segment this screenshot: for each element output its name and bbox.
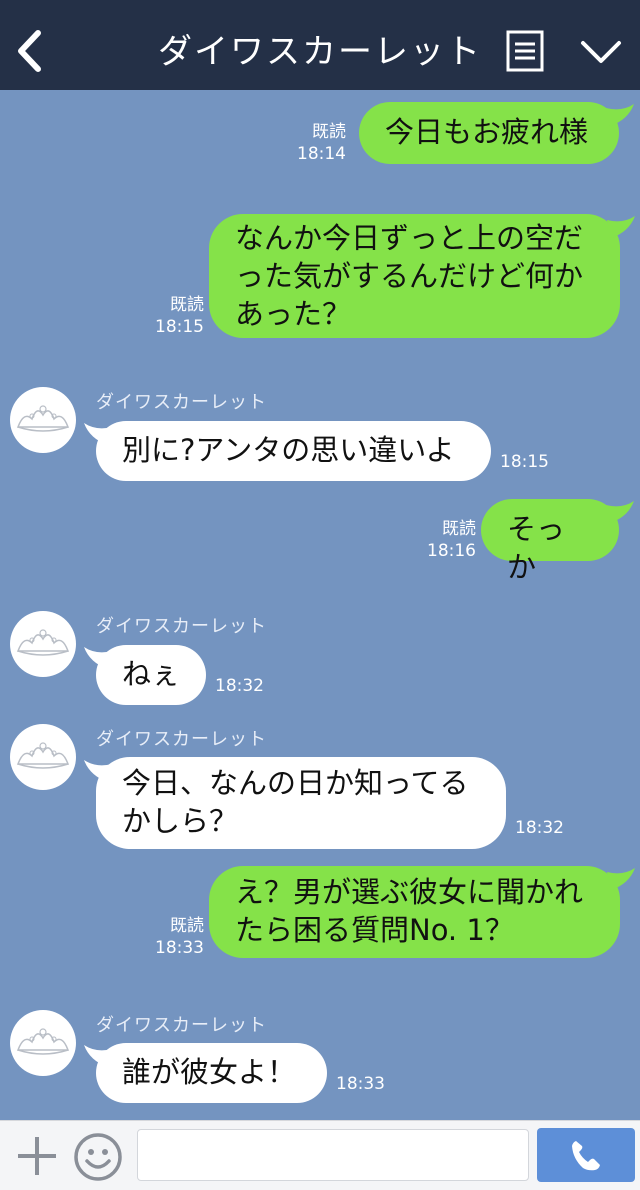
- message-line: え？男が選ぶ彼女に聞かれ: [235, 875, 584, 909]
- message-time: 18:32: [515, 818, 564, 838]
- message-time: 18:33: [336, 1074, 385, 1094]
- message-line: 今日、なんの日か知ってる: [122, 766, 469, 800]
- bubble-tail: [606, 104, 634, 126]
- chevron-left-icon[interactable]: [14, 28, 46, 74]
- message-time: 18:33: [155, 938, 204, 958]
- message-time: 18:16: [427, 541, 476, 561]
- menu-list-icon[interactable]: [506, 30, 544, 72]
- message-meta: 既読 18:14: [290, 121, 346, 165]
- chat-header: ダイワスカーレット: [0, 0, 640, 90]
- avatar[interactable]: [10, 387, 76, 453]
- sender-name: ダイワスカーレット: [96, 1015, 267, 1036]
- sender-name: ダイワスカーレット: [96, 392, 267, 413]
- message-time: 18:15: [500, 452, 549, 472]
- incoming-message[interactable]: 別に?アンタの思い違いよ: [96, 421, 491, 481]
- message-input[interactable]: [137, 1129, 529, 1181]
- outgoing-message[interactable]: え？男が選ぶ彼女に聞かれ たら困る質問No. 1？: [209, 866, 620, 958]
- bubble-tail: [607, 216, 635, 238]
- bubble-tail: [607, 868, 635, 890]
- message-input-bar: [0, 1120, 640, 1190]
- incoming-message[interactable]: 誰が彼女よ！: [96, 1043, 327, 1103]
- avatar[interactable]: [10, 1010, 76, 1076]
- message-line: 今日もお疲れ様: [385, 115, 589, 149]
- chevron-down-icon[interactable]: [578, 36, 624, 68]
- message-time: 18:15: [155, 317, 204, 337]
- message-meta: 既読 18:16: [410, 518, 476, 562]
- read-receipt: 既読: [442, 519, 476, 539]
- message-line: たら困る質問No. 1？: [235, 913, 514, 947]
- plus-icon[interactable]: [14, 1133, 60, 1179]
- message-line: った気がするんだけど何か: [235, 259, 584, 293]
- avatar[interactable]: [10, 724, 76, 790]
- message-line: なんか今日ずっと上の空だ: [235, 221, 584, 255]
- sender-name: ダイワスカーレット: [96, 616, 267, 637]
- incoming-message[interactable]: 今日、なんの日か知ってる かしら？: [96, 757, 506, 849]
- tiara-icon: [16, 405, 70, 432]
- call-button[interactable]: [537, 1128, 635, 1182]
- outgoing-message[interactable]: なんか今日ずっと上の空だ った気がするんだけど何か あった？: [209, 214, 620, 338]
- message-line: 誰が彼女よ！: [122, 1055, 297, 1089]
- message-line: かしら？: [122, 804, 239, 838]
- read-receipt: 既読: [312, 122, 346, 142]
- sender-name: ダイワスカーレット: [96, 729, 267, 750]
- outgoing-message[interactable]: 今日もお疲れ様: [359, 102, 619, 164]
- outgoing-message[interactable]: そっか: [481, 499, 619, 584]
- tiara-icon: [16, 742, 70, 769]
- tiara-icon: [16, 629, 70, 656]
- message-line: 別に?アンタの思い違いよ: [122, 433, 455, 467]
- message-line: そっか: [507, 512, 566, 584]
- message-time: 18:32: [215, 676, 264, 696]
- tiara-icon: [16, 1028, 70, 1055]
- message-time: 18:14: [297, 144, 346, 164]
- message-meta: 既読 18:33: [140, 915, 204, 959]
- smiley-icon[interactable]: [72, 1131, 124, 1183]
- avatar[interactable]: [10, 611, 76, 677]
- message-meta: 既読 18:15: [140, 294, 204, 338]
- chat-title: ダイワスカーレット: [158, 32, 482, 72]
- message-line: あった？: [235, 297, 352, 331]
- message-line: ねぇ: [122, 657, 181, 691]
- incoming-message[interactable]: ねぇ: [96, 645, 206, 705]
- bubble-tail: [606, 501, 634, 523]
- chat-area[interactable]: 既読 18:14 今日もお疲れ様 既読 18:15 なんか今日ずっと上の空だ っ…: [0, 90, 640, 1120]
- read-receipt: 既読: [170, 916, 204, 936]
- phone-icon: [572, 1141, 600, 1171]
- read-receipt: 既読: [170, 295, 204, 315]
